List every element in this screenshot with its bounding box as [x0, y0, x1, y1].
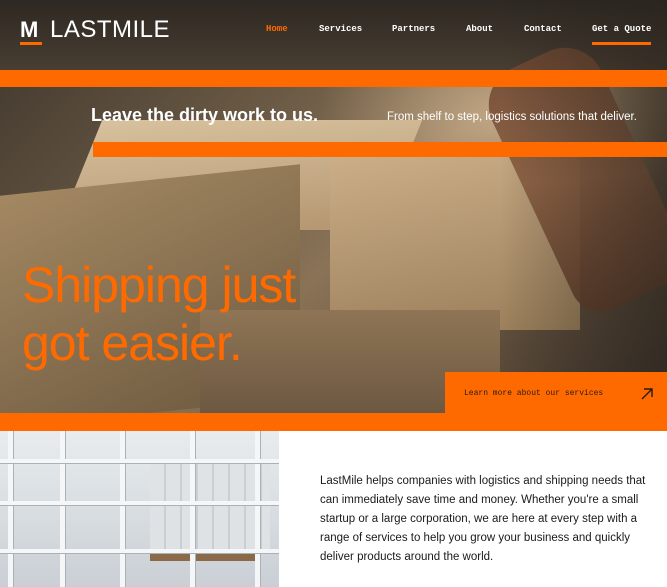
learn-more-label: Learn more about our services — [464, 389, 604, 398]
photo-shelf — [120, 431, 125, 587]
photo-shelf — [0, 549, 279, 553]
accent-stripe — [0, 70, 667, 87]
photo-shelf — [190, 431, 195, 587]
hero-section: M LASTMILE Home Services Partners About … — [0, 0, 667, 413]
headline-line: Shipping just — [22, 257, 296, 313]
photo-bags — [150, 461, 270, 551]
photo-shelf — [8, 431, 13, 587]
nav-home[interactable]: Home — [266, 23, 288, 35]
photo-shelf — [0, 459, 279, 463]
photo-shelf — [0, 501, 279, 505]
hero-photo-shade — [500, 0, 667, 413]
photo-shelf — [255, 431, 260, 587]
arrow-up-right-icon — [641, 388, 653, 400]
about-paragraph: LastMile helps companies with logistics … — [320, 475, 646, 563]
nav-partners[interactable]: Partners — [392, 23, 435, 35]
nav-contact[interactable]: Contact — [524, 23, 562, 35]
photo-shelf — [60, 431, 65, 587]
get-a-quote-button[interactable]: Get a Quote — [592, 23, 652, 45]
nav-about[interactable]: About — [466, 23, 493, 35]
main-nav: Home Services Partners About Contact Get… — [0, 23, 667, 45]
accent-stripe — [93, 142, 667, 157]
nav-services[interactable]: Services — [319, 23, 362, 35]
headline-line: got easier. — [22, 315, 243, 371]
hero-headline: Shipping just got easier. — [22, 256, 296, 372]
warehouse-photo — [0, 431, 279, 587]
section-divider — [0, 413, 667, 431]
hero-tagline: Leave the dirty work to us. — [91, 105, 319, 125]
photo-pallet — [150, 553, 260, 561]
learn-more-button[interactable]: Learn more about our services — [445, 372, 667, 413]
hero-subline: From shelf to step, logistics solutions … — [387, 111, 637, 123]
